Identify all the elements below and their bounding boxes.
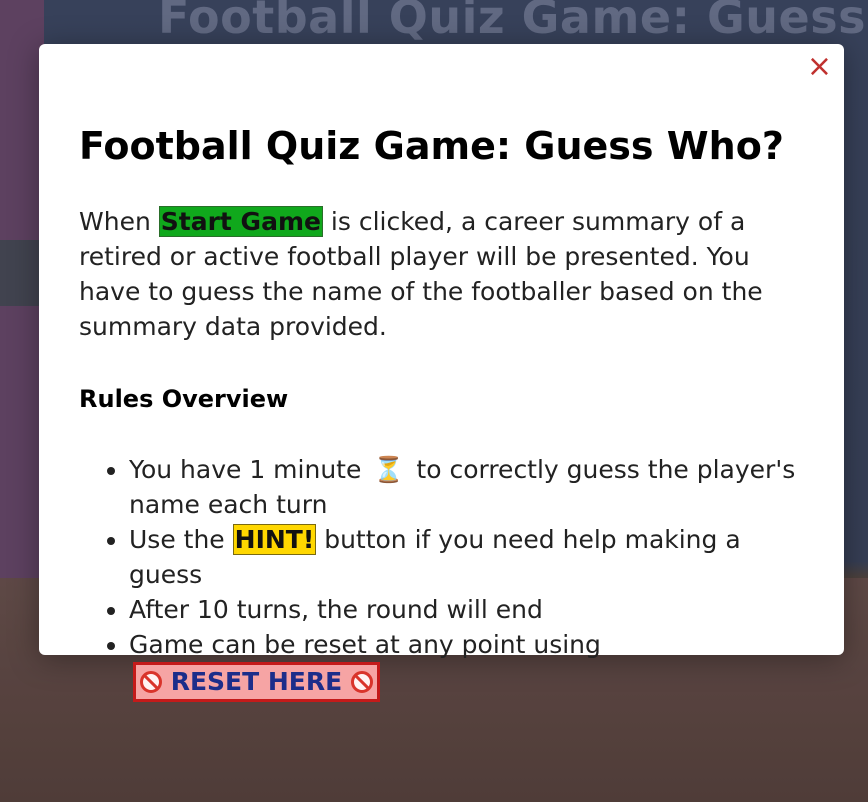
instructions-modal: × Football Quiz Game: Guess Who? When St… [39, 44, 844, 702]
reset-label: RESET HERE [170, 667, 343, 696]
close-icon[interactable]: × [807, 52, 832, 82]
rule-item-time: You have 1 minute ⏳ to correctly guess t… [129, 452, 804, 522]
no-entry-icon [140, 671, 162, 693]
rule-reset-before: Game can be reset at any point using [129, 630, 601, 659]
hint-highlight: HINT! [232, 524, 317, 555]
intro-paragraph: When Start Game is clicked, a career sum… [79, 204, 807, 344]
hourglass-icon: ⏳ [373, 455, 405, 484]
rules-heading: Rules Overview [79, 385, 289, 413]
intro-text-before: When [79, 207, 159, 236]
reset-highlight: RESET HERE [133, 662, 380, 702]
modal-title: Football Quiz Game: Guess Who? [79, 124, 784, 168]
start-game-highlight: Start Game [158, 206, 323, 237]
rule-item-hint: Use the HINT! button if you need help ma… [129, 522, 804, 592]
rules-list: You have 1 minute ⏳ to correctly guess t… [79, 452, 804, 702]
rule-item-turns: After 10 turns, the round will end [129, 592, 804, 627]
no-entry-icon [350, 671, 373, 693]
rule-hint-before: Use the [129, 525, 233, 554]
rule-time-before: You have 1 minute [129, 455, 362, 484]
rule-item-reset: Game can be reset at any point using RES… [129, 627, 804, 702]
